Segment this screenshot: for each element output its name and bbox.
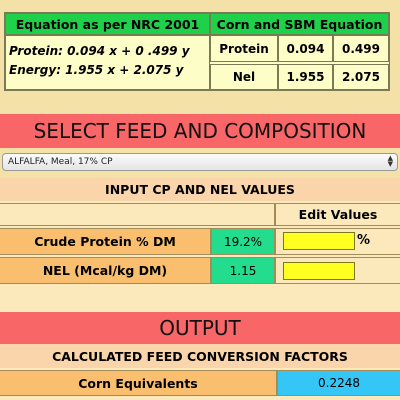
output-banner: OUTPUT <box>0 312 400 344</box>
crude-protein-edit-input[interactable] <box>283 232 355 250</box>
protein-x-value: 0.094 <box>278 35 333 62</box>
nel-row-label: Nel <box>210 64 278 90</box>
nel-label: NEL (Mcal/kg DM) <box>0 257 211 284</box>
input-grid: Edit Values Crude Protein % DM 19.2% % N… <box>0 201 400 288</box>
nel-value: 1.15 <box>211 257 275 284</box>
feed-select-dropdown[interactable]: ALFALFA, Meal, 17% CP ▲ ▼ <box>2 153 398 171</box>
protein-row-label: Protein <box>210 35 278 62</box>
edit-values-header: Edit Values <box>275 203 400 226</box>
select-feed-banner: SELECT FEED AND COMPOSITION <box>0 114 400 148</box>
nel-edit-input[interactable] <box>283 262 355 280</box>
output-grid: Corn Equivalents 0.2248 <box>0 368 400 400</box>
energy-equation: Energy: 1.955 x + 2.075 y <box>9 63 184 77</box>
input-header-blank <box>0 203 275 226</box>
nel-y-value: 2.075 <box>333 64 389 90</box>
protein-equation: Protein: 0.094 x + 0 .499 y <box>9 44 190 58</box>
nrc-equation-header: Equation as per NRC 2001 <box>5 13 210 35</box>
select-arrows-icon: ▲ ▼ <box>387 154 393 168</box>
equation-text-cell: Protein: 0.094 x + 0 .499 y Energy: 1.95… <box>5 35 210 90</box>
feed-select-row: ALFALFA, Meal, 17% CP ▲ ▼ <box>0 148 400 178</box>
input-section-header: INPUT CP AND NEL VALUES <box>0 178 400 201</box>
protein-y-value: 0.499 <box>333 35 389 62</box>
corn-equivalents-label: Corn Equivalents <box>0 370 277 396</box>
equation-table: Equation as per NRC 2001 Corn and SBM Eq… <box>4 12 390 91</box>
corn-equivalents-value: 0.2248 <box>277 370 400 396</box>
section-spacer <box>0 288 400 312</box>
feed-select-value: ALFALFA, Meal, 17% CP <box>8 157 113 167</box>
equation-panel: Equation as per NRC 2001 Corn and SBM Eq… <box>0 0 400 114</box>
crude-protein-value: 19.2% <box>211 228 275 255</box>
crude-protein-label: Crude Protein % DM <box>0 228 211 255</box>
corn-sbm-header: Corn and SBM Equation <box>210 13 389 35</box>
output-section-header: CALCULATED FEED CONVERSION FACTORS <box>0 344 400 368</box>
nel-x-value: 1.955 <box>278 64 333 90</box>
percent-unit-label: % <box>357 233 371 248</box>
